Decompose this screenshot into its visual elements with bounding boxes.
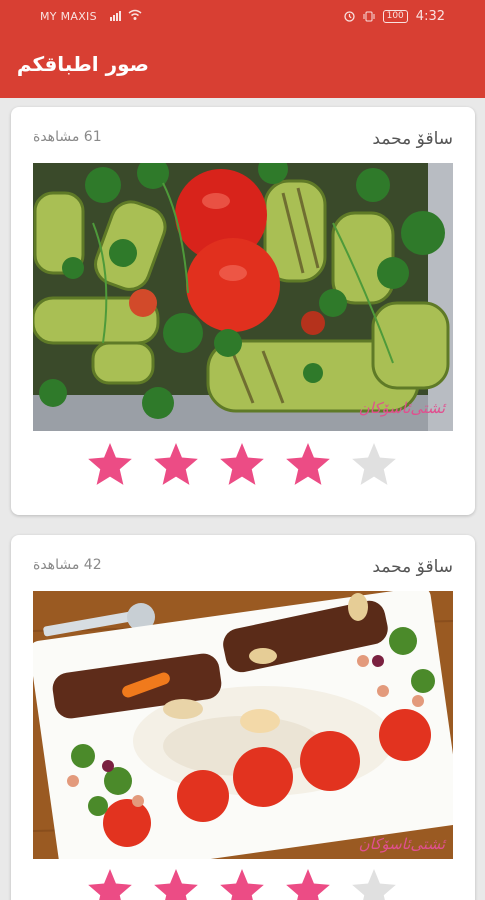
star-filled-icon[interactable] [153,869,199,900]
author-name[interactable]: ساقۆ محمد [372,557,453,577]
rating-stars[interactable] [87,443,397,487]
grilled-vegetables-image: ئشتی‌ئاسۆکان [33,163,453,431]
star-filled-icon[interactable] [285,869,331,900]
star-filled-icon[interactable] [153,443,199,487]
photo-watermark: ئشتی‌ئاسۆکان [359,835,447,853]
alarm-icon [343,11,355,22]
vibrate-icon [363,11,375,22]
status-bar: MY MAXIS 100 4:32 [0,0,485,32]
wifi-icon [128,9,142,20]
signal-icon [110,9,121,21]
rating-stars[interactable] [87,869,397,900]
view-count: 42 مشاهدة [33,557,102,573]
star-filled-icon[interactable] [87,869,133,900]
post-card[interactable]: ساقۆ محمد 42 مشاهدة [11,535,475,900]
dish-photo[interactable]: ئشتی‌ئاسۆکان [33,163,453,431]
app-bar: MY MAXIS 100 4:32 صور اطباقكم [0,0,485,98]
star-filled-icon[interactable] [219,443,265,487]
author-name[interactable]: ساقۆ محمد [372,129,453,149]
post-card[interactable]: ساقۆ محمد 61 مشاهدة [11,107,475,515]
kebab-rice-platter-image: ئشتی‌ئاسۆکان [33,591,453,859]
star-filled-icon[interactable] [285,443,331,487]
photo-watermark: ئشتی‌ئاسۆکان [359,399,447,417]
page-title: صور اطباقكم [16,52,149,76]
star-empty-icon[interactable] [351,869,397,900]
star-filled-icon[interactable] [219,869,265,900]
battery-indicator: 100 [382,10,408,23]
star-filled-icon[interactable] [87,443,133,487]
clock: 4:32 [415,9,445,24]
view-count: 61 مشاهدة [33,129,102,145]
carrier-label: MY MAXIS [40,10,97,23]
dish-photo[interactable]: ئشتی‌ئاسۆکان [33,591,453,859]
star-empty-icon[interactable] [351,443,397,487]
